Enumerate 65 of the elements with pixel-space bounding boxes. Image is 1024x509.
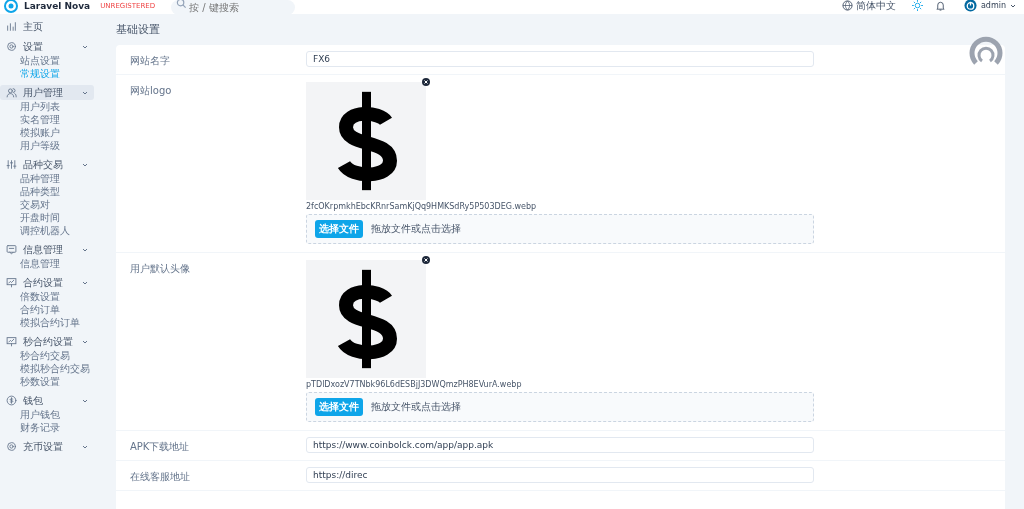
sidebar-item[interactable]: 实名管理 (0, 113, 60, 126)
field-label: 在线客服地址 (130, 470, 191, 484)
sidebar-group[interactable]: 设置 (0, 39, 94, 54)
sidebar-item[interactable]: 品种类型 (0, 185, 60, 198)
sidebar-item[interactable]: 合约订单 (0, 303, 60, 316)
sidebar-item[interactable]: 常规设置 (0, 67, 60, 80)
avatar-icon[interactable] (963, 0, 977, 12)
sliders-icon (6, 159, 17, 170)
file-name: pTDlDxozV7TNbk96L6dESBjJ3DWQmzPH8EVurA.webp (306, 380, 523, 389)
user-menu[interactable]: admin (980, 1, 1006, 10)
globe-icon (841, 0, 853, 11)
sidebar-group[interactable]: 合约设置 (0, 275, 94, 290)
sidebar-group[interactable]: 用户管理 (0, 85, 94, 100)
brand-name: Laravel Nova (24, 0, 91, 11)
sidebar-item[interactable]: 信息管理 (0, 257, 60, 270)
input-field[interactable]: https://www.coinbolck.com/app/app.apk (306, 437, 814, 453)
sidebar-item[interactable]: 模拟合约订单 (0, 316, 80, 329)
sidebar-item[interactable]: 站点设置 (0, 54, 60, 67)
sidebar-item[interactable]: 秒合约交易 (0, 349, 70, 362)
drop-hint: 拖放文件或点击选择 (371, 400, 461, 414)
sidebar-item[interactable]: 用户钱包 (0, 408, 60, 421)
input-field[interactable]: FX6 (306, 51, 814, 67)
sidebar-item[interactable]: 开盘时间 (0, 211, 60, 224)
message-icon (6, 244, 17, 255)
sidebar-item[interactable]: 用户列表 (0, 100, 60, 113)
remove-icon[interactable] (422, 256, 430, 264)
sidebar-item[interactable]: 用户等级 (0, 139, 60, 152)
sidebar-group[interactable]: 主页 (0, 19, 94, 34)
bar-chart-icon (6, 21, 17, 32)
dollar-circle-icon (6, 395, 17, 406)
search-field[interactable]: 按 / 键搜索 (171, 0, 296, 15)
presentation-icon (6, 277, 17, 288)
sidebar-item[interactable]: 倍数设置 (0, 290, 60, 303)
drop-zone[interactable]: 选择文件 拖放文件或点击选择 (306, 214, 814, 244)
sidebar-item[interactable]: 调控机器人 (0, 224, 70, 237)
field-label: 网站logo (130, 84, 173, 98)
page-title: 基础设置 (116, 22, 161, 37)
field-label: APK下载地址 (130, 440, 191, 454)
language-label[interactable]: 简体中文 (855, 0, 896, 13)
sun-icon[interactable] (911, 0, 923, 11)
chevron-down-icon (1010, 2, 1016, 9)
drop-hint: 拖放文件或点击选择 (371, 222, 461, 236)
sidebar-item[interactable]: 秒数设置 (0, 375, 60, 388)
sidebar-item[interactable]: 模拟秒合约交易 (0, 362, 90, 375)
sidebar-group[interactable]: 信息管理 (0, 242, 94, 257)
sidebar-group[interactable]: 充币设置 (0, 439, 94, 454)
sidebar-item[interactable]: 财务记录 (0, 421, 60, 434)
users-icon (6, 87, 17, 98)
presentation-icon (6, 336, 17, 347)
sidebar-group[interactable]: 秒合约设置 (0, 334, 94, 349)
field-label: 用户默认头像 (130, 262, 191, 276)
bell-icon[interactable] (934, 0, 946, 11)
file-name: 2fcOKrpmkhEbcKRnrSamKjQq9HMKSdRy5P503DEG.webp (306, 202, 538, 211)
sidebar-group[interactable]: 钱包 (0, 393, 94, 408)
logo-icon (4, 0, 18, 13)
remove-icon[interactable] (422, 78, 430, 86)
field-label: 网站名字 (130, 54, 171, 68)
sidebar-group[interactable]: 品种交易 (0, 157, 94, 172)
sidebar-item[interactable]: 交易对 (0, 198, 50, 211)
choose-file-button[interactable]: 选择文件 (315, 220, 363, 238)
drop-zone[interactable]: 选择文件 拖放文件或点击选择 (306, 392, 814, 422)
sidebar-item[interactable]: 模拟账户 (0, 126, 60, 139)
input-field[interactable]: https://direc (306, 467, 814, 483)
sidebar-item[interactable]: 品种管理 (0, 172, 60, 185)
choose-file-button[interactable]: 选择文件 (315, 398, 363, 416)
